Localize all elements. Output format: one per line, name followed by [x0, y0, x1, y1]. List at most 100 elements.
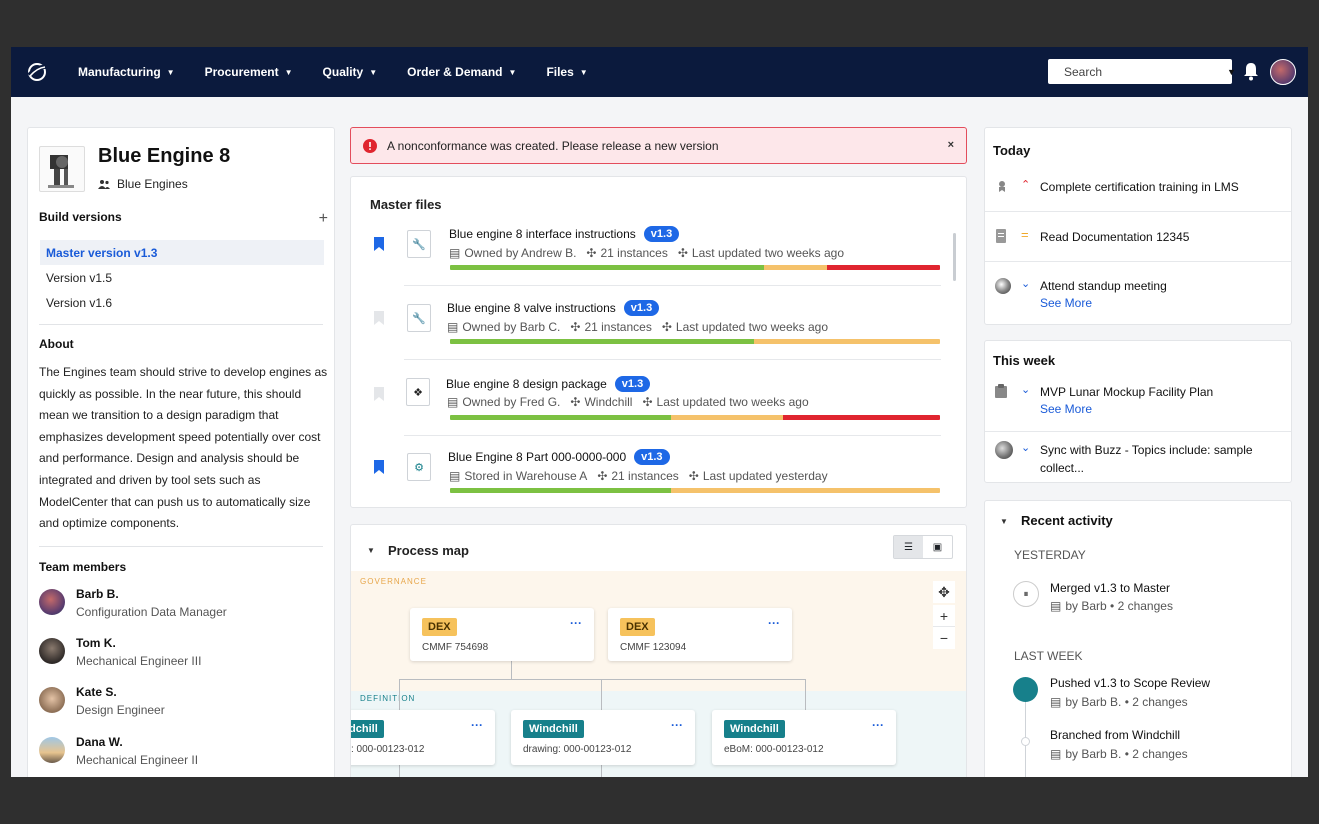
task-title: Complete certification training in LMS	[1040, 180, 1239, 194]
chevron-down-icon: ▼	[579, 67, 588, 77]
more-icon[interactable]: ···	[471, 718, 483, 732]
group-label: LAST WEEK	[1014, 649, 1083, 663]
chevron-down-icon: ▼	[508, 67, 517, 77]
task-title: MVP Lunar Mockup Facility Plan	[1040, 385, 1214, 399]
node-tag: Windchill	[351, 720, 384, 738]
timeline-dot-active	[1013, 677, 1038, 702]
progress-segment-green	[450, 265, 764, 270]
chevron-down-icon: ▼	[284, 67, 293, 77]
collapse-icon[interactable]: ▼	[367, 546, 375, 555]
menu-manufacturing[interactable]: Manufacturing ▼	[63, 47, 190, 97]
pan-icon[interactable]: ✥	[933, 581, 955, 603]
search-box[interactable]: ▼	[1048, 59, 1236, 84]
activity-title[interactable]: Merged v1.3 to Master	[1050, 581, 1170, 595]
file-title-text: Blue engine 8 design package	[446, 377, 607, 391]
process-node[interactable]: DEX ··· CMMF 754698	[410, 608, 594, 661]
file-title-text: Blue engine 8 valve instructions	[447, 301, 616, 315]
activity-meta: ▤ by Barb • 2 changes	[1050, 599, 1173, 613]
menu-order-demand[interactable]: Order & Demand ▼	[392, 47, 531, 97]
process-node[interactable]: Windchill ··· eBoM: 000-00123-012	[712, 710, 896, 765]
collapse-icon[interactable]: ▼	[1000, 517, 1008, 526]
version-item-master[interactable]: Master version v1.3	[40, 240, 324, 265]
more-icon[interactable]: ···	[570, 616, 582, 630]
app-logo-icon[interactable]	[11, 47, 63, 97]
bell-icon[interactable]	[1242, 61, 1260, 86]
team-member[interactable]: Barb B. Configuration Data Manager	[39, 587, 319, 627]
activity-title[interactable]: Pushed v1.3 to Scope Review	[1050, 676, 1210, 690]
this-week-panel: This week ⌄ MVP Lunar Mockup Facility Pl…	[984, 340, 1292, 483]
zoom-out-button[interactable]: −	[933, 627, 955, 649]
menu-files[interactable]: Files ▼	[531, 47, 602, 97]
member-name: Dana W.	[76, 735, 123, 749]
error-icon	[363, 138, 377, 153]
version-item-v1-6[interactable]: Version v1.6	[40, 290, 324, 315]
file-icon: ▤	[447, 320, 459, 334]
file-instances: 21 instances	[611, 469, 679, 483]
about-heading: About	[39, 337, 74, 351]
process-node[interactable]: DEX ··· CMMF 123094	[608, 608, 792, 661]
zoom-in-button[interactable]: +	[933, 605, 955, 627]
menu-procurement[interactable]: Procurement ▼	[190, 47, 308, 97]
search-input[interactable]	[1064, 64, 1219, 79]
file-instances: 21 instances	[584, 320, 652, 334]
node-value: drawing: 000-00123-012	[523, 744, 632, 755]
close-icon[interactable]: ×	[948, 139, 954, 151]
this-week-heading: This week	[993, 353, 1056, 368]
file-row[interactable]: 🔧 Blue engine 8 interface instructions v1…	[369, 226, 941, 300]
users-icon	[98, 180, 110, 189]
progress-segment-green	[450, 339, 754, 344]
activity-meta-text: by Barb B. • 2 changes	[1065, 695, 1188, 709]
scrollbar[interactable]	[953, 233, 956, 281]
file-owner: Owned by Fred G.	[462, 395, 561, 409]
bookmark-icon[interactable]	[373, 237, 385, 256]
bookmark-icon[interactable]	[373, 311, 385, 330]
team-name: Blue Engines	[117, 177, 188, 191]
divider	[404, 285, 941, 286]
file-title: Blue engine 8 design package v1.3	[446, 376, 651, 392]
product-title: Blue Engine 8	[98, 145, 231, 167]
see-more-link[interactable]: See More	[1040, 296, 1092, 310]
file-row[interactable]: ❖ Blue engine 8 design package v1.3 ▤ Owne…	[369, 376, 941, 450]
progress-segment-green	[450, 415, 671, 420]
team-member[interactable]: Kate S. Design Engineer	[39, 685, 319, 725]
more-icon[interactable]: ···	[671, 718, 683, 732]
group-label: YESTERDAY	[1014, 548, 1086, 562]
process-node[interactable]: Windchill ··· drawing: 000-00123-012	[511, 710, 695, 765]
file-icon: ▤	[447, 395, 459, 409]
version-badge: v1.3	[623, 300, 660, 316]
progress-segment-green	[450, 488, 671, 493]
map-view-icon[interactable]: ▣	[923, 536, 952, 558]
see-more-link[interactable]: See More	[1040, 402, 1092, 416]
priority-low-icon: ⌄	[1021, 384, 1031, 396]
part-icon: ⚙	[407, 453, 431, 481]
today-heading: Today	[993, 143, 1031, 158]
puzzle-icon: ✣	[597, 469, 608, 483]
team-member[interactable]: Tom K. Mechanical Engineer III	[39, 636, 319, 676]
list-view-icon[interactable]: ☰	[894, 536, 923, 558]
recent-activity-panel: ▼ Recent activity YESTERDAY ⏸ Merged v1.…	[984, 500, 1292, 777]
version-item-v1-5[interactable]: Version v1.5	[40, 265, 324, 290]
bookmark-icon[interactable]	[373, 387, 385, 406]
team-info[interactable]: Blue Engines	[98, 177, 188, 191]
more-icon[interactable]: ···	[872, 718, 884, 732]
chevron-down-icon[interactable]: ▼	[1227, 67, 1236, 77]
node-value: : 000-00123-012	[351, 744, 425, 755]
file-row[interactable]: 🔧 Blue engine 8 valve instructions v1.3 ▤…	[369, 300, 941, 374]
team-member[interactable]: Dana W. Mechanical Engineer II	[39, 735, 319, 775]
menu-quality[interactable]: Quality ▼	[308, 47, 393, 97]
menu-label: Manufacturing	[78, 65, 161, 79]
user-avatar[interactable]	[1270, 59, 1296, 85]
process-node[interactable]: Windchill ··· : 000-00123-012	[351, 710, 495, 765]
file-meta: ▤ Owned by Fred G. ✣ Windchill ✣ Last updat…	[447, 395, 809, 409]
member-role: Mechanical Engineer II	[76, 753, 199, 767]
product-image	[39, 146, 85, 192]
activity-title[interactable]: Branched from Windchill	[1050, 728, 1180, 742]
member-name: Kate S.	[76, 685, 117, 699]
file-row[interactable]: ⚙ Blue Engine 8 Part 000-0000-000 v1.3 ▤ S…	[369, 449, 941, 523]
activity-meta-text: by Barb B. • 2 changes	[1065, 747, 1188, 761]
today-panel: Today ⌃ Complete certification training …	[984, 127, 1292, 325]
bookmark-icon[interactable]	[373, 460, 385, 479]
more-icon[interactable]: ···	[768, 616, 780, 630]
menu-label: Order & Demand	[407, 65, 503, 79]
add-version-icon[interactable]: +	[319, 210, 328, 228]
